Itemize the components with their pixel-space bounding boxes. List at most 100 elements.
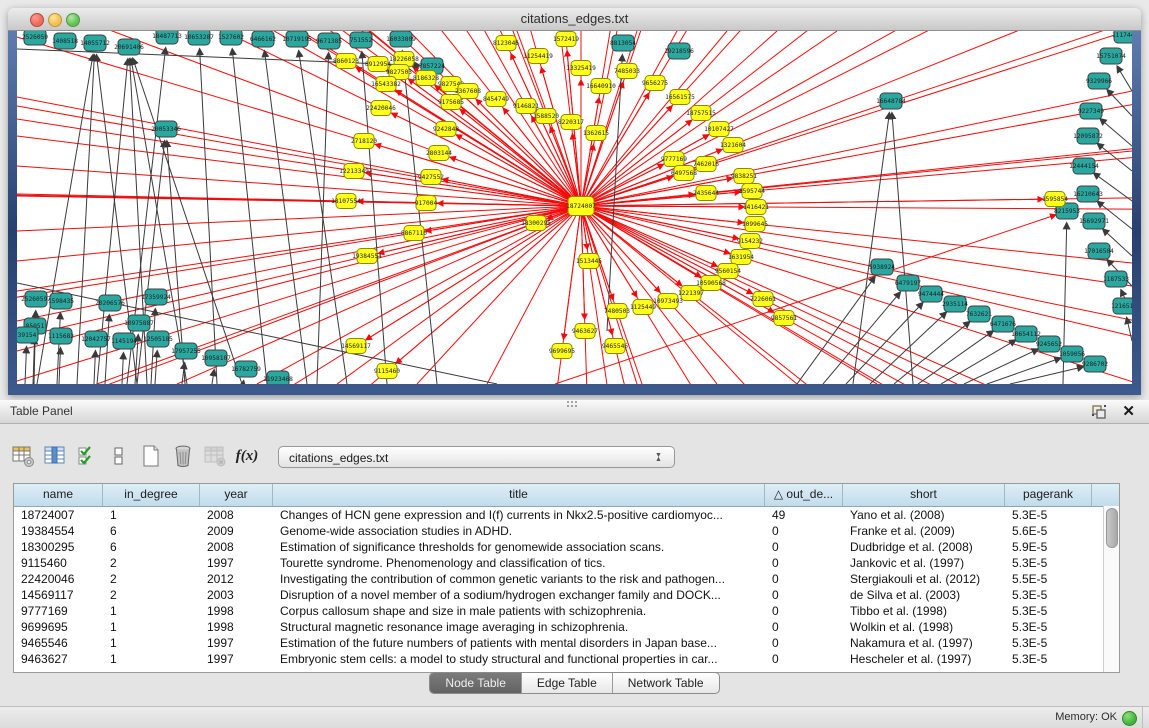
close-panel-icon[interactable]: ✕ bbox=[1122, 402, 1135, 420]
cell-out_de: 0 bbox=[765, 539, 843, 555]
graph-node-label: 18757515 bbox=[686, 110, 716, 117]
graph-node-label: 1059056 bbox=[1059, 351, 1085, 358]
cell-pagerank: 5.3E-5 bbox=[1005, 651, 1092, 667]
graph-node-label: 1221397 bbox=[678, 290, 704, 297]
graph-node-label: 16648784 bbox=[876, 98, 906, 105]
select-column-button[interactable] bbox=[40, 441, 70, 471]
cell-year: 2009 bbox=[200, 523, 273, 539]
graph-node-label: 18226058 bbox=[389, 56, 419, 63]
cell-name: 9777169 bbox=[14, 603, 103, 619]
table-row[interactable]: 946362711997Embryonic stem cells: a mode… bbox=[14, 651, 1119, 667]
graph-node-label: 1099645 bbox=[742, 221, 768, 228]
table-row[interactable]: 911546021997Tourette syndrome. Phenomeno… bbox=[14, 555, 1119, 571]
cell-pagerank: 5.3E-5 bbox=[1005, 587, 1092, 603]
cell-pagerank: 5.5E-5 bbox=[1005, 571, 1092, 587]
graph-node-label: 10590568 bbox=[696, 280, 726, 287]
function-builder-button[interactable]: f(x) bbox=[232, 441, 262, 471]
cell-name: 18724007 bbox=[14, 507, 103, 523]
new-table-button[interactable] bbox=[136, 441, 166, 471]
column-header-pagerank[interactable]: pagerank bbox=[1005, 484, 1092, 506]
graph-node-label: 9560154 bbox=[715, 268, 741, 275]
graph-node-label: 1362615 bbox=[583, 130, 609, 137]
cell-year: 1997 bbox=[200, 635, 273, 651]
cell-pagerank: 5.6E-5 bbox=[1005, 523, 1092, 539]
panel-resize-grip[interactable] bbox=[566, 400, 580, 407]
table-row[interactable]: 2242004622012Investigating the contribut… bbox=[14, 571, 1119, 587]
cell-out_de: 0 bbox=[765, 651, 843, 667]
cell-short: Tibbo et al. (1998) bbox=[843, 603, 1005, 619]
cell-name: 18300295 bbox=[14, 539, 103, 555]
graph-node-label: 9227349 bbox=[1078, 108, 1104, 115]
node-table[interactable]: namein_degreeyeartitle△ out_de...shortpa… bbox=[13, 483, 1120, 673]
graph-node-label: 17957255 bbox=[171, 348, 201, 355]
delete-table-button[interactable] bbox=[168, 441, 198, 471]
cell-pagerank: 5.3E-5 bbox=[1005, 507, 1092, 523]
graph-node-label: 9827503 bbox=[386, 69, 412, 76]
table-row[interactable]: 946554611997Estimation of the future num… bbox=[14, 635, 1119, 651]
cell-name: 9463627 bbox=[14, 651, 103, 667]
cell-year: 2012 bbox=[200, 571, 273, 587]
column-header-in_degree[interactable]: in_degree bbox=[103, 484, 200, 506]
cell-title: Genome-wide association studies in ADHD. bbox=[273, 523, 765, 539]
cell-short: Franke et al. (2009) bbox=[843, 523, 1005, 539]
row-height-button[interactable] bbox=[104, 441, 134, 471]
float-panel-icon[interactable] bbox=[1091, 404, 1107, 420]
graph-node-label: 1408518 bbox=[52, 38, 78, 45]
table-row[interactable]: 977716911998Corpus callosum shape and si… bbox=[14, 603, 1119, 619]
table-selector-dropdown[interactable]: citations_edges.txt bbox=[278, 446, 675, 468]
graph-node-label: 9656275 bbox=[642, 80, 668, 87]
cell-in_degree: 2 bbox=[103, 587, 200, 603]
table-row[interactable]: 1456911722003Disruption of a novel membe… bbox=[14, 587, 1119, 603]
table-row[interactable]: 969969511998Structural magnetic resonanc… bbox=[14, 619, 1119, 635]
tab-node-table[interactable]: Node Table bbox=[430, 673, 522, 693]
graph-node-label: 9857561 bbox=[771, 315, 797, 322]
graph-node-label: 1631954 bbox=[728, 254, 754, 261]
table-body: 1872400712008Changes of HCN gene express… bbox=[14, 507, 1119, 667]
statusbar-divider bbox=[1142, 707, 1143, 728]
graph-node-label: 6497568 bbox=[671, 170, 697, 177]
graph-node-label: 7462016 bbox=[693, 161, 719, 168]
select-all-check-button[interactable] bbox=[72, 441, 102, 471]
graph-node-label: 10719195 bbox=[282, 36, 312, 43]
graph-node-label: 9671385 bbox=[316, 38, 342, 45]
cell-in_degree: 6 bbox=[103, 539, 200, 555]
column-header-short[interactable]: short bbox=[843, 484, 1005, 506]
cell-out_de: 0 bbox=[765, 571, 843, 587]
table-row[interactable]: 1938455462009Genome-wide association stu… bbox=[14, 523, 1119, 539]
graph-node-label: 20691406 bbox=[114, 44, 144, 51]
cell-name: 9115460 bbox=[14, 555, 103, 571]
graph-node-label: 16640910 bbox=[586, 83, 616, 90]
graph-node-label: 8220317 bbox=[558, 119, 584, 126]
column-header-out_de[interactable]: △ out_de... bbox=[765, 484, 843, 506]
table-row[interactable]: 1830029562008Estimation of significance … bbox=[14, 539, 1119, 555]
graph-node-label: 1598435 bbox=[48, 298, 74, 305]
graph-node-label: 9474444 bbox=[918, 291, 944, 298]
tab-edge-table[interactable]: Edge Table bbox=[522, 673, 613, 693]
graph-node-label: 7632621 bbox=[966, 311, 992, 318]
window-titlebar[interactable]: citations_edges.txt bbox=[8, 8, 1141, 31]
table-scrollbar[interactable] bbox=[1103, 506, 1119, 672]
tab-network-table[interactable]: Network Table bbox=[613, 673, 719, 693]
column-header-title[interactable]: title bbox=[273, 484, 765, 506]
graph-node-label: 9699695 bbox=[549, 348, 575, 355]
graph-node-label: 18724007 bbox=[566, 203, 596, 210]
graph-node-label: 10654112 bbox=[1011, 331, 1041, 338]
cell-year: 2003 bbox=[200, 587, 273, 603]
column-header-name[interactable]: name bbox=[14, 484, 103, 506]
scrollbar-thumb[interactable] bbox=[1106, 508, 1118, 548]
table-settings-button[interactable] bbox=[8, 441, 38, 471]
cell-name: 9699695 bbox=[14, 619, 103, 635]
dropdown-stepper-icon bbox=[655, 450, 666, 466]
graph-node-label: 7857224 bbox=[419, 63, 445, 70]
cell-out_de: 0 bbox=[765, 619, 843, 635]
table-row[interactable]: 1872400712008Changes of HCN gene express… bbox=[14, 507, 1119, 523]
cell-out_de: 0 bbox=[765, 635, 843, 651]
memory-ok-indicator[interactable] bbox=[1122, 711, 1137, 726]
graph-node-label: 1115682 bbox=[48, 333, 74, 340]
column-header-year[interactable]: year bbox=[200, 484, 273, 506]
graph-node-label: 17359924 bbox=[141, 294, 171, 301]
graph-node-label: 12042757 bbox=[81, 336, 111, 343]
cell-title: Investigating the contribution of common… bbox=[273, 571, 765, 587]
cell-out_de: 0 bbox=[765, 603, 843, 619]
network-view[interactable]: 2526059140851814055712206914061848771310… bbox=[17, 31, 1132, 384]
